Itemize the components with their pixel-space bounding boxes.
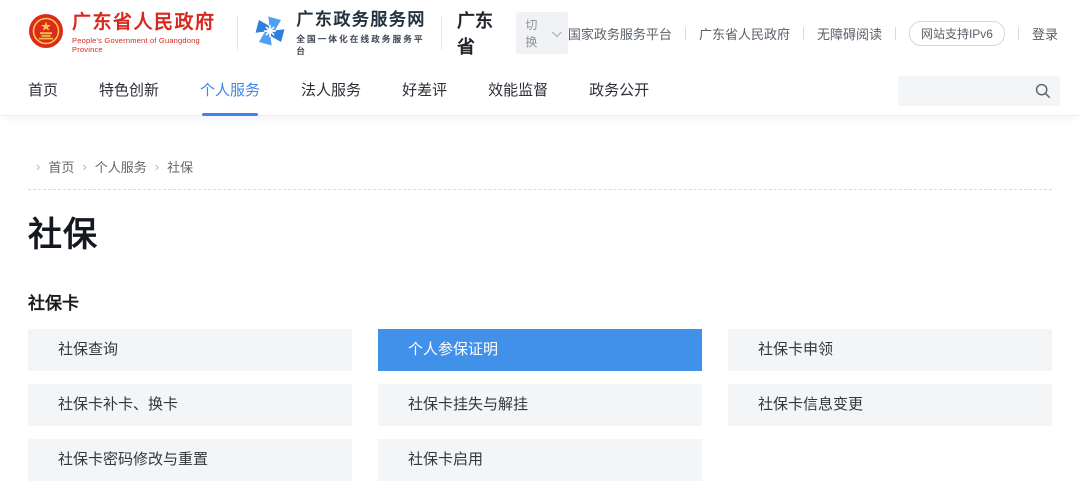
- nav-item[interactable]: 效能监督: [488, 66, 548, 116]
- breadcrumb-link[interactable]: 个人服务: [95, 157, 147, 176]
- service-button[interactable]: 社保卡信息变更: [728, 384, 1052, 426]
- nav-item[interactable]: 个人服务: [200, 66, 260, 116]
- main-nav: 首页 特色创新 个人服务 法人服务 好差评 效能监督 政务公开: [0, 66, 1080, 116]
- ipv6-badge[interactable]: 网站支持IPv6: [909, 21, 1005, 46]
- gov-title: 广东省人民政府: [72, 12, 222, 34]
- header-divider: [441, 16, 442, 50]
- service-button[interactable]: 社保查询: [28, 329, 352, 371]
- breadcrumb-item: › 首页: [28, 157, 74, 176]
- header-link[interactable]: 无障碍阅读: [817, 24, 882, 43]
- portal-title: 广东政务服务网: [296, 10, 426, 30]
- breadcrumb-item: › 社保: [147, 157, 193, 176]
- nav-item[interactable]: 法人服务: [301, 66, 361, 116]
- region-selector: 广东省 切换: [457, 7, 568, 59]
- nav-item[interactable]: 首页: [28, 66, 58, 116]
- portal-subtitle: 全国一体化在线政务服务平台: [296, 33, 426, 57]
- page: 广东省人民政府 People's Government of Guangdong…: [0, 0, 1080, 495]
- nav-item-list: 首页 特色创新 个人服务 法人服务 好差评 效能监督 政务公开: [28, 66, 690, 116]
- service-button[interactable]: 社保卡补卡、换卡: [28, 384, 352, 426]
- search-input[interactable]: [908, 82, 1034, 99]
- services-grid: 社保查询 个人参保证明 社保卡申领 社保卡补卡、换卡 社保卡挂失与解挂 社保卡信…: [28, 329, 1052, 481]
- nav-item[interactable]: 特色创新: [99, 66, 159, 116]
- region-switch-button[interactable]: 切换: [516, 12, 568, 54]
- breadcrumb-item: › 个人服务: [74, 157, 146, 176]
- section-heading: 社保卡: [28, 294, 1052, 314]
- national-emblem-icon: [28, 13, 64, 54]
- service-button[interactable]: 社保卡挂失与解挂: [378, 384, 702, 426]
- breadcrumb-separator-icon: ›: [155, 159, 159, 174]
- header-link-separator: [685, 27, 686, 40]
- header-link-separator: [895, 27, 896, 40]
- content: › 首页 › 个人服务 › 社保 社保 社保卡 社保查询 个人参保: [0, 116, 1080, 495]
- chevron-down-icon: [552, 27, 562, 37]
- header-link[interactable]: 国家政务服务平台: [568, 24, 672, 43]
- portal-logo[interactable]: 广东政务服务网 全国一体化在线政务服务平台: [253, 10, 426, 57]
- pinwheel-logo-icon: [253, 14, 287, 53]
- region-switch-label: 切换: [525, 16, 547, 50]
- breadcrumb-link[interactable]: 首页: [48, 157, 74, 176]
- search-box[interactable]: [898, 76, 1060, 106]
- header-link-separator: [803, 27, 804, 40]
- header-link-separator: [1018, 27, 1019, 40]
- header-divider: [237, 16, 238, 50]
- header-link-list: 国家政务服务平台 广东省人民政府 无障碍阅读: [568, 24, 896, 43]
- service-button[interactable]: 社保卡启用: [378, 439, 702, 481]
- nav-item[interactable]: 政务公开: [589, 66, 649, 116]
- breadcrumb-separator-icon: ›: [82, 159, 86, 174]
- header-link[interactable]: 广东省人民政府: [699, 24, 790, 43]
- service-button[interactable]: 个人参保证明: [378, 329, 702, 371]
- gov-logo-text: 广东省人民政府 People's Government of Guangdong…: [72, 12, 222, 54]
- service-button[interactable]: 社保卡密码修改与重置: [28, 439, 352, 481]
- breadcrumb: › 首页 › 个人服务 › 社保: [28, 116, 1052, 190]
- portal-logo-text: 广东政务服务网 全国一体化在线政务服务平台: [296, 10, 426, 57]
- breadcrumb-link[interactable]: 社保: [167, 157, 193, 176]
- gov-logo[interactable]: 广东省人民政府 People's Government of Guangdong…: [28, 12, 222, 54]
- breadcrumb-separator-icon: ›: [36, 159, 40, 174]
- search-icon[interactable]: [1034, 82, 1051, 99]
- header-top: 广东省人民政府 People's Government of Guangdong…: [0, 0, 1080, 66]
- region-name: 广东省: [457, 7, 507, 59]
- header-links: 国家政务服务平台 广东省人民政府 无障碍阅读 网站支持IPv6 登录: [568, 21, 1058, 46]
- gov-subtitle: People's Government of Guangdong Provinc…: [72, 36, 222, 54]
- login-link[interactable]: 登录: [1032, 24, 1058, 43]
- nav-item[interactable]: 好差评: [402, 66, 447, 116]
- service-button[interactable]: 社保卡申领: [728, 329, 1052, 371]
- page-title: 社保: [28, 215, 1052, 255]
